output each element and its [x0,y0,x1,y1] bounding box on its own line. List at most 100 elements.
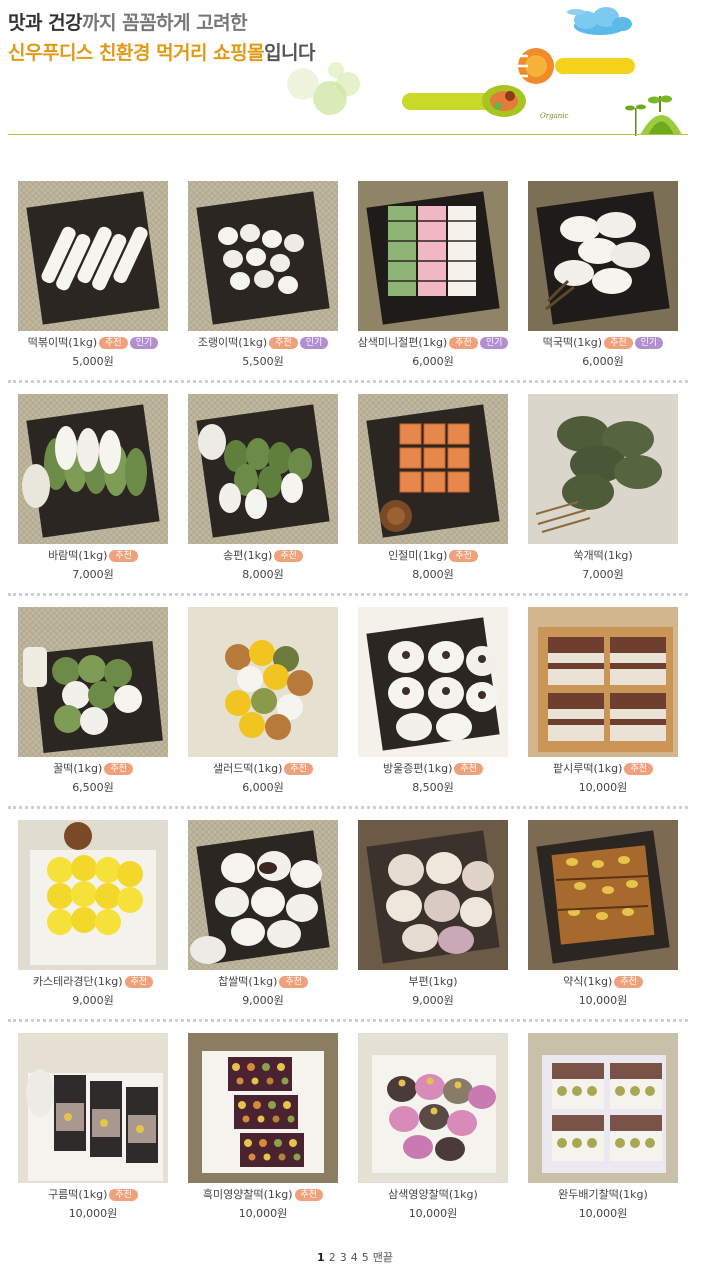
popular-badge: 인기 [129,337,159,349]
product-image[interactable] [358,394,508,544]
banner-tagline-1: 맛과 건강까지 꼼꼼하게 고려한 [8,8,248,35]
recommended-badge: 추천 [109,550,138,562]
product-image[interactable] [358,607,508,757]
product-image[interactable] [188,1033,338,1183]
product-name[interactable]: 부편(1kg) [408,975,457,988]
recommended-badge: 추천 [269,337,298,349]
page-link-4[interactable]: 4 [351,1251,358,1264]
product-name[interactable]: 쑥개떡(1kg) [573,549,632,562]
product-price: 10,000원 [238,1207,288,1220]
product-price: 8,000원 [412,568,454,581]
product-image[interactable] [18,394,168,544]
recommended-badge: 추천 [294,1189,324,1201]
product-name-line: 삼색미니절편(1kg) 추천 인기 [348,335,518,350]
page-link-2[interactable]: 2 [329,1251,336,1264]
product-name-line: 팥시루떡(1kg) 추천 [518,761,688,776]
product-price: 9,000원 [412,994,454,1007]
tagline-2-highlight: 신우푸디스 친환경 먹거리 쇼핑몰 [8,42,265,64]
product-name-line: 바람떡(1kg) 추천 [8,548,178,563]
product-image[interactable] [188,181,338,331]
recommended-badge: 추천 [614,976,643,988]
product-image[interactable] [188,607,338,757]
product-card: 카스테라경단(1kg) 추천 9,000원 [8,820,178,1008]
product-name[interactable]: 카스테라경단(1kg) [33,975,123,988]
spoon-icon [402,85,526,117]
product-image[interactable] [18,181,168,331]
product-name-line: 삼색영양찰떡(1kg) [348,1187,518,1202]
page-link-5[interactable]: 5 [362,1251,369,1264]
product-card: 꿀떡(1kg) 추천 6,500원 [8,607,178,795]
product-name-line: 찹쌀떡(1kg) 추천 [178,974,348,989]
product-image[interactable] [188,820,338,970]
product-card: 약식(1kg) 추천 10,000원 [518,820,688,1008]
product-card: 바람떡(1kg) 추천 7,000원 [8,394,178,582]
product-name[interactable]: 완두배기찰떡(1kg) [558,1188,648,1201]
product-name[interactable]: 샐러드떡(1kg) [213,762,282,775]
product-name-line: 샐러드떡(1kg) 추천 [178,761,348,776]
product-price: 8,000원 [242,568,284,581]
product-name[interactable]: 송편(1kg) [223,549,272,562]
product-image[interactable] [188,394,338,544]
tagline-1-strong: 맛과 건강 [8,12,83,34]
product-card: 샐러드떡(1kg) 추천 6,000원 [178,607,348,795]
recommended-badge: 추천 [449,337,478,349]
product-image[interactable] [528,181,678,331]
product-price: 9,000원 [72,994,114,1007]
product-image[interactable] [528,394,678,544]
product-image[interactable] [358,820,508,970]
popular-badge: 인기 [479,337,509,349]
product-price: 10,000원 [578,1207,628,1220]
fork-icon [518,48,635,84]
product-name[interactable]: 팥시루떡(1kg) [553,762,622,775]
recommended-badge: 추천 [454,763,483,775]
product-name[interactable]: 찹쌀떡(1kg) [218,975,277,988]
header-banner: 맛과 건강까지 꼼꼼하게 고려한 신우푸디스 친환경 먹거리 쇼핑몰입니다 Or… [0,0,710,140]
product-card: 삼색영양찰떡(1kg) 10,000원 [348,1033,518,1221]
product-name[interactable]: 구름떡(1kg) [48,1188,107,1201]
page-link-3[interactable]: 3 [340,1251,347,1264]
product-price: 6,000원 [242,781,284,794]
product-name[interactable]: 떡국떡(1kg) [543,336,602,349]
product-name[interactable]: 바람떡(1kg) [48,549,107,562]
product-card: 조랭이떡(1kg) 추천 인기 5,500원 [178,181,348,369]
recommended-badge: 추천 [284,763,313,775]
recommended-badge: 추천 [99,337,128,349]
product-price: 6,000원 [412,355,454,368]
product-name[interactable]: 삼색영양찰떡(1kg) [388,1188,478,1201]
product-name[interactable]: 방울증편(1kg) [383,762,452,775]
product-image[interactable] [358,181,508,331]
product-name-line: 쑥개떡(1kg) [518,548,688,563]
product-name[interactable]: 조랭이떡(1kg) [198,336,267,349]
product-price: 6,500원 [72,781,114,794]
page-link-1[interactable]: 1 [317,1251,325,1264]
product-price: 10,000원 [68,1207,118,1220]
recommended-badge: 추천 [604,337,633,349]
product-name[interactable]: 인절미(1kg) [388,549,447,562]
product-image[interactable] [358,1033,508,1183]
banner-divider [8,134,688,135]
product-name[interactable]: 떡볶이떡(1kg) [28,336,97,349]
product-image[interactable] [18,1033,168,1183]
tagline-1-rest: 까지 꼼꼼하게 고려한 [82,12,248,34]
product-image[interactable] [528,607,678,757]
product-image[interactable] [528,820,678,970]
product-name[interactable]: 흑미영양찰떡(1kg) [203,1188,293,1201]
banner-tagline-2: 신우푸디스 친환경 먹거리 쇼핑몰입니다 [8,38,316,65]
product-card: 흑미영양찰떡(1kg) 추천 10,000원 [178,1033,348,1221]
product-price: 8,500원 [412,781,454,794]
product-price: 6,000원 [582,355,624,368]
recommended-badge: 추천 [274,550,303,562]
product-image[interactable] [18,607,168,757]
product-name-line: 송편(1kg) 추천 [178,548,348,563]
product-name[interactable]: 약식(1kg) [563,975,612,988]
product-card: 삼색미니절편(1kg) 추천 인기 6,000원 [348,181,518,369]
recommended-badge: 추천 [624,763,653,775]
product-grid: 떡볶이떡(1kg) 추천 인기 5,000원 조랭이떡(1kg) 추천 인기 5,500원 삼색… [8,170,688,1235]
product-name[interactable]: 삼색미니절편(1kg) [358,336,448,349]
page-last-link[interactable]: 맨끝 [373,1251,393,1264]
product-image[interactable] [528,1033,678,1183]
product-card: 완두배기찰떡(1kg) 10,000원 [518,1033,688,1221]
product-price: 10,000원 [408,1207,458,1220]
product-name[interactable]: 꿀떡(1kg) [53,762,102,775]
product-image[interactable] [18,820,168,970]
